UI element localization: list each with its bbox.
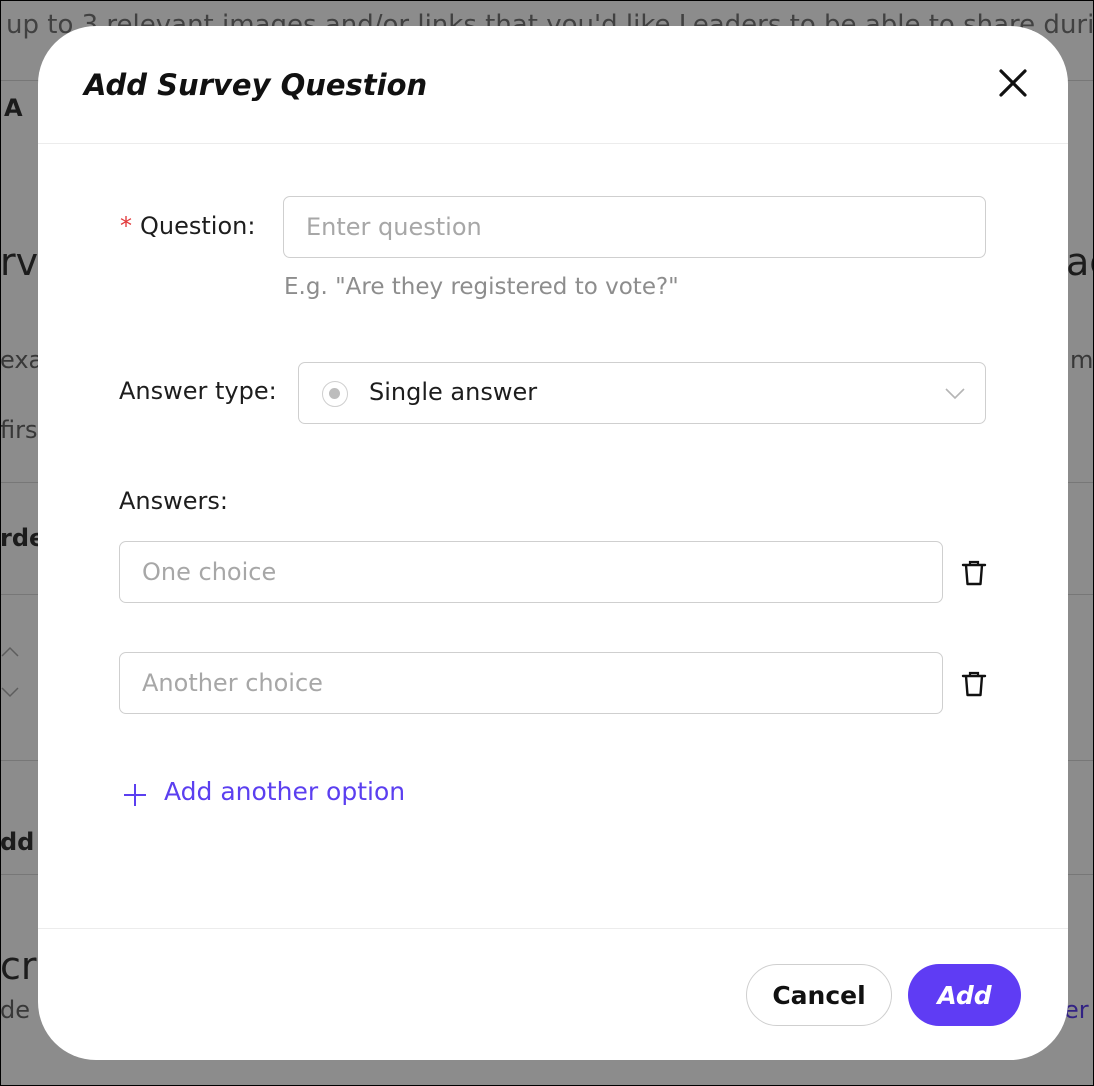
trash-icon — [961, 560, 987, 586]
answer-choice-input-2[interactable] — [119, 652, 943, 714]
chevron-down-icon — [945, 388, 965, 400]
close-button[interactable] — [994, 64, 1032, 102]
add-another-option-label: Add another option — [164, 777, 406, 806]
add-button[interactable]: Add — [908, 964, 1021, 1026]
radio-icon — [322, 381, 348, 407]
trash-icon — [961, 671, 987, 697]
delete-answer-button-2[interactable] — [960, 669, 988, 699]
close-icon — [999, 69, 1027, 97]
delete-answer-button-1[interactable] — [960, 558, 988, 588]
answer-type-select[interactable]: Single answer — [298, 362, 986, 424]
plus-icon — [124, 784, 146, 806]
dialog-header: Add Survey Question — [38, 26, 1068, 144]
question-input[interactable] — [283, 196, 986, 258]
answer-type-selected-value: Single answer — [369, 378, 538, 406]
question-label: * Question: — [120, 212, 255, 240]
answers-label: Answers: — [119, 487, 228, 515]
dialog-footer: Cancel Add — [38, 928, 1068, 1060]
add-survey-question-dialog: Add Survey Question * Question: E.g. "Are… — [38, 26, 1068, 1060]
answer-type-label: Answer type: — [119, 377, 277, 405]
required-mark: * — [120, 212, 132, 240]
answer-choice-input-1[interactable] — [119, 541, 943, 603]
dialog-title: Add Survey Question — [84, 68, 428, 102]
cancel-button[interactable]: Cancel — [746, 964, 892, 1026]
question-label-text: Question: — [140, 212, 256, 240]
question-hint: E.g. "Are they registered to vote?" — [284, 274, 679, 300]
